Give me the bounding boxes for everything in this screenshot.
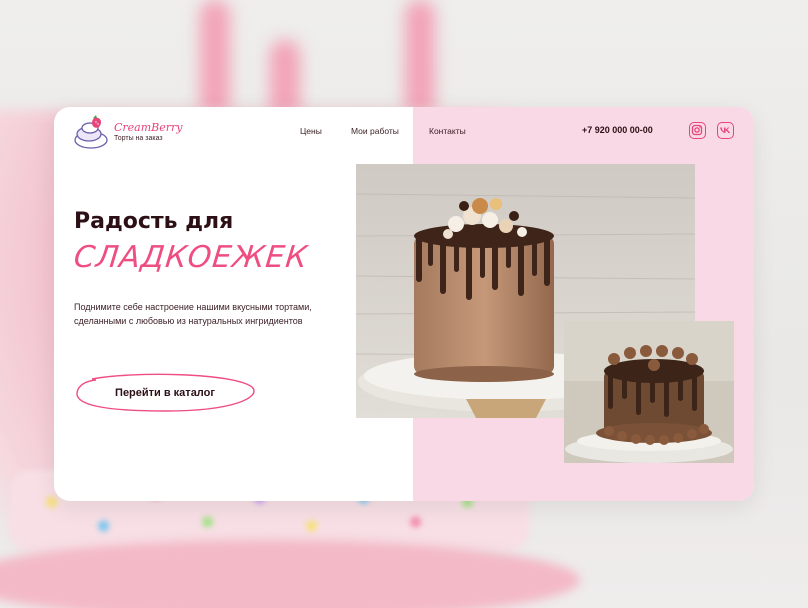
landing-card: CreamBerry Торты на заказ Цены Мои работ… — [54, 107, 754, 501]
logo[interactable]: CreamBerry Торты на заказ — [72, 115, 183, 151]
hero-title: Радость для — [74, 209, 234, 234]
nav-item-my-works[interactable]: Мои работы — [351, 126, 399, 136]
hero-description: Поднимите себе настроение нашими вкусным… — [74, 302, 312, 326]
phone-number[interactable]: +7 920 000 00-00 — [582, 125, 653, 135]
hero-accent-title: СЛАДКОЕЖЕК — [72, 240, 310, 275]
catalog-button-label: Перейти в каталог — [115, 387, 215, 399]
bg-candle — [405, 0, 435, 120]
brand-tagline: Торты на заказ — [114, 135, 163, 142]
catalog-button[interactable]: Перейти в каталог — [74, 373, 256, 413]
cupcake-logo-icon — [72, 115, 110, 151]
bg-candle — [200, 0, 230, 120]
secondary-cake-photo — [564, 321, 734, 463]
nav-item-prices[interactable]: Цены — [300, 126, 322, 136]
vk-icon[interactable] — [717, 122, 734, 139]
logo-text: CreamBerry Торты на заказ — [114, 122, 183, 144]
brand-name: CreamBerry — [114, 121, 183, 134]
nav-item-contacts[interactable]: Контакты — [429, 126, 466, 136]
instagram-icon[interactable] — [689, 122, 706, 139]
